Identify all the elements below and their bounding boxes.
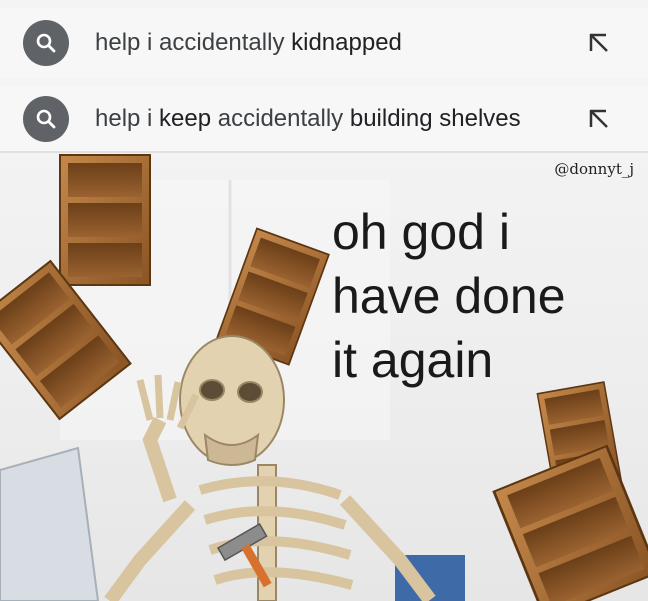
- bookshelf: [492, 444, 648, 601]
- suggestion-word: keep: [159, 105, 212, 132]
- suggestion-completion: kidnapped: [291, 29, 402, 56]
- suggestion-text: help i accidentally kidnapped: [95, 29, 402, 57]
- search-icon: [23, 20, 69, 66]
- search-suggestion-2[interactable]: help i keep accidentally building shelve…: [0, 86, 648, 152]
- meme-caption: oh god i have done it again: [332, 200, 642, 392]
- suggestion-tail: building shelves: [349, 105, 521, 132]
- caption-line-3: it again: [332, 332, 494, 388]
- caption-line-1: oh god i: [332, 204, 510, 260]
- credit-watermark: @donnyt_j: [554, 160, 634, 178]
- search-icon: [23, 96, 69, 142]
- suggestion-prefix: help i: [95, 105, 160, 132]
- search-suggestion-1[interactable]: help i accidentally kidnapped: [0, 8, 648, 78]
- suggestion-middle: accidentally: [211, 105, 350, 132]
- bookshelf: [59, 154, 151, 286]
- suggestion-text: help i keep accidentally building shelve…: [95, 105, 521, 133]
- meme-image: @donnyt_j oh god i have done it again: [0, 153, 648, 601]
- hammer: [216, 522, 272, 588]
- suggestion-prefix: help i accidentally: [95, 29, 292, 56]
- caption-line-2: have done: [332, 268, 566, 324]
- arrow-up-left-icon[interactable]: [585, 105, 613, 133]
- arrow-up-left-icon[interactable]: [585, 29, 613, 57]
